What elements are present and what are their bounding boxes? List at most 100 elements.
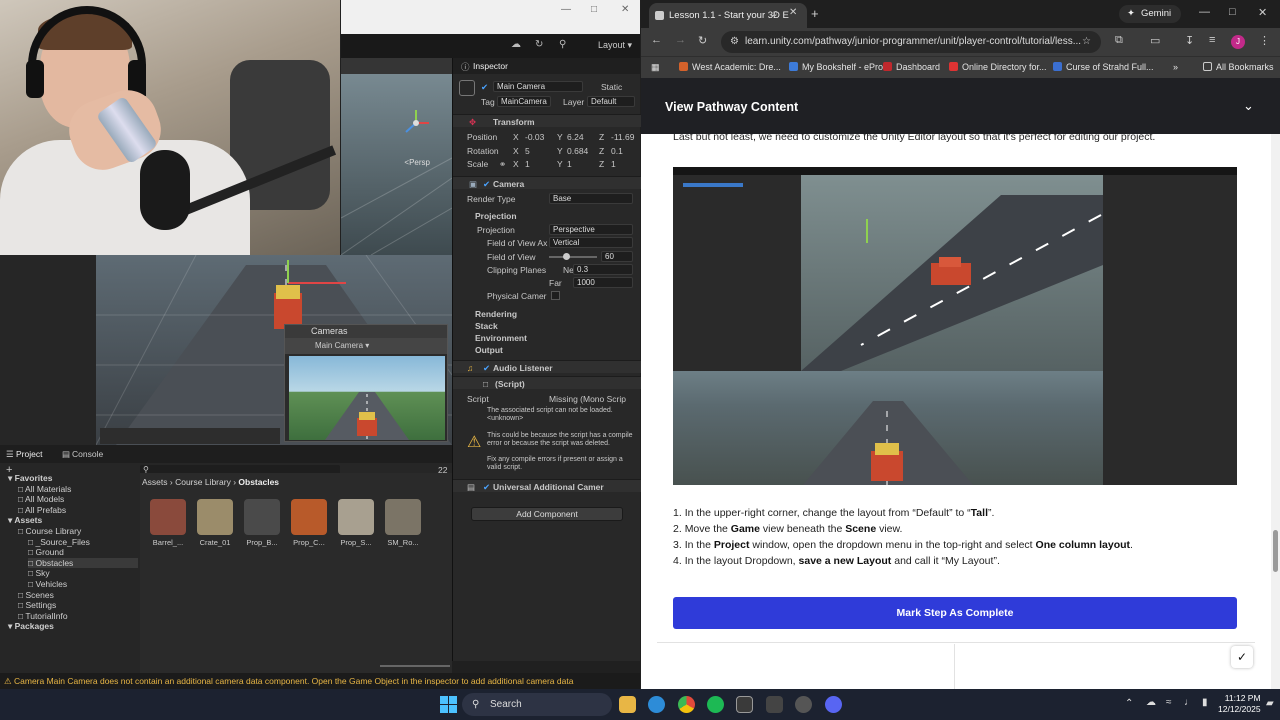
profile-avatar[interactable]: J (1231, 35, 1245, 49)
layout-dropdown[interactable]: Layout ▾ (598, 40, 632, 51)
mark-step-complete-button[interactable]: Mark Step As Complete (673, 597, 1237, 629)
projection-section[interactable]: Projection (475, 211, 517, 221)
rot-y-value[interactable]: 0.684 (567, 146, 588, 156)
pathway-header[interactable]: View Pathway Content ⌄ (641, 78, 1280, 134)
address-bar[interactable]: ⚙ learn.unity.com/pathway/junior-program… (721, 31, 1101, 53)
stack-section[interactable]: Stack (475, 321, 498, 331)
bookmark-star-icon[interactable]: ☆ (1082, 31, 1091, 53)
file-explorer-icon[interactable] (619, 696, 636, 713)
bookmark-item[interactable]: Curse of Strahd Full... (1053, 62, 1154, 72)
cameras-overlay[interactable]: Cameras Main Camera ▾ (284, 324, 448, 442)
gemini-button[interactable]: ✦ Gemini (1119, 5, 1181, 23)
audio-playing-icon[interactable]: ♫ (771, 8, 778, 18)
extensions-icon[interactable]: ⧉ (1115, 34, 1123, 47)
breadcrumb-assets[interactable]: Assets (142, 477, 168, 487)
tree-item[interactable]: ▾ Assets (8, 515, 42, 526)
inspector-tab[interactable]: Inspector (473, 61, 508, 71)
tree-item[interactable]: □ Ground (28, 547, 64, 557)
tab-close-icon[interactable]: ✕ (789, 7, 797, 18)
asset-item[interactable]: SM_Ro... (381, 499, 425, 547)
scene-tool-strip[interactable] (100, 428, 280, 444)
tray-app-icon[interactable]: ☁ (1146, 697, 1156, 708)
site-info-icon[interactable]: ⚙ (730, 31, 739, 53)
shield-check-icon[interactable]: ✓ (1231, 646, 1253, 668)
tree-item[interactable]: ▾ Favorites (8, 473, 52, 484)
tree-item[interactable]: □ All Models (18, 494, 64, 504)
download-icon[interactable]: ↧ (1185, 34, 1194, 47)
breadcrumb-obstacles[interactable]: Obstacles (238, 477, 279, 487)
media-control-icon[interactable]: ≡ (1209, 34, 1215, 46)
camera-enabled-icon[interactable]: ✔ (483, 179, 490, 190)
scale-y-value[interactable]: 1 (567, 159, 572, 169)
tag-dropdown[interactable]: MainCamera (497, 96, 551, 107)
scale-link-icon[interactable]: ⚭ (499, 159, 506, 170)
pos-z-value[interactable]: -11.69 (611, 132, 634, 142)
tree-item[interactable]: □ Obstacles (28, 557, 138, 568)
script-value[interactable]: Missing (Mono Scrip (549, 394, 626, 404)
back-icon[interactable]: ← (651, 34, 662, 46)
page-scrollbar-thumb[interactable] (1273, 530, 1278, 572)
asset-item[interactable]: Prop_B... (240, 499, 284, 547)
output-section[interactable]: Output (475, 345, 503, 355)
forward-icon[interactable]: → (675, 34, 686, 46)
spotify-icon[interactable] (707, 696, 724, 713)
tree-item[interactable]: ▾ Packages (8, 621, 54, 632)
scene-gizmo[interactable] (401, 108, 431, 138)
notification-icon[interactable]: ▰ (1266, 698, 1274, 709)
cloud-icon[interactable]: ☁ (511, 39, 521, 50)
unity-hub-icon[interactable] (736, 696, 753, 713)
scene-view-panel[interactable]: <Persp (341, 58, 452, 255)
fov-value[interactable]: 60 (601, 251, 633, 262)
cast-icon[interactable]: ▭ (1150, 34, 1160, 47)
reload-icon[interactable]: ↻ (698, 34, 707, 47)
taskbar-search[interactable]: ⚲ Search (462, 693, 612, 716)
breadcrumb-course-library[interactable]: Course Library (175, 477, 231, 487)
near-value[interactable]: 0.3 (573, 264, 633, 275)
tab-project[interactable]: Project (16, 449, 42, 459)
tree-item[interactable]: □ All Prefabs (18, 505, 66, 515)
bookmark-item[interactable]: Online Directory for... (949, 62, 1047, 72)
tree-item[interactable]: □ TutorialInfo (18, 611, 68, 621)
unity-editor-icon[interactable] (766, 696, 783, 713)
transform-component-header[interactable]: ✥ Transform (453, 114, 641, 127)
window-minimize-icon[interactable]: — (1199, 6, 1210, 18)
bookmarks-overflow-icon[interactable]: » (1173, 62, 1178, 72)
universal-enabled-icon[interactable]: ✔ (483, 482, 490, 493)
universal-camera-header[interactable]: ▤ ✔ Universal Additional Camer (453, 479, 641, 492)
projection-dropdown[interactable]: Perspective (549, 224, 633, 235)
script-enabled-checkbox[interactable]: □ (483, 379, 488, 389)
asset-item[interactable]: Barrel_... (146, 499, 190, 547)
fov-slider-handle[interactable] (563, 253, 570, 260)
window-close-icon[interactable]: ✕ (1258, 6, 1267, 19)
menu-kebab-icon[interactable]: ⋮ (1259, 34, 1270, 47)
pos-x-value[interactable]: -0.03 (525, 132, 544, 142)
taskbar-clock[interactable]: 11:12 PM 12/12/2025 (1218, 693, 1261, 715)
audio-enabled-icon[interactable]: ✔ (483, 363, 490, 374)
asset-item[interactable]: Crate_01 (193, 499, 237, 547)
tree-item[interactable]: □ Course Library (18, 526, 81, 536)
asset-item[interactable]: Prop_S... (334, 499, 378, 547)
battery-icon[interactable]: ▮ (1202, 697, 1208, 708)
tray-chevron-icon[interactable]: ⌃ (1125, 698, 1133, 709)
discord-icon[interactable] (825, 696, 842, 713)
chrome-icon[interactable] (678, 696, 695, 713)
new-tab-icon[interactable]: + (811, 6, 819, 21)
bookmark-item[interactable]: West Academic: Dre... (679, 62, 781, 72)
console-status-bar[interactable]: ⚠ Camera Main Camera does not contain an… (0, 673, 640, 689)
page-scrollbar[interactable] (1271, 134, 1280, 689)
tab-console[interactable]: Console (72, 449, 103, 459)
pos-y-value[interactable]: 6.24 (567, 132, 584, 142)
camera-select-dropdown[interactable]: Main Camera ▾ (285, 338, 447, 354)
physical-camera-checkbox[interactable] (551, 291, 560, 300)
render-type-dropdown[interactable]: Base (549, 193, 633, 204)
volume-icon[interactable]: ♩ (1184, 697, 1194, 708)
rendering-section[interactable]: Rendering (475, 309, 517, 319)
window-maximize-icon[interactable]: □ (1229, 6, 1236, 18)
all-bookmarks[interactable]: All Bookmarks (1203, 62, 1274, 72)
object-name-field[interactable]: Main Camera (493, 81, 583, 92)
audio-listener-header[interactable]: ♫ ✔ Audio Listener (453, 360, 641, 373)
tree-item[interactable]: □ All Materials (18, 484, 71, 494)
add-component-button[interactable]: Add Component (471, 507, 623, 521)
minimize-icon[interactable]: — (561, 4, 571, 15)
asset-item[interactable]: Prop_C... (287, 499, 331, 547)
